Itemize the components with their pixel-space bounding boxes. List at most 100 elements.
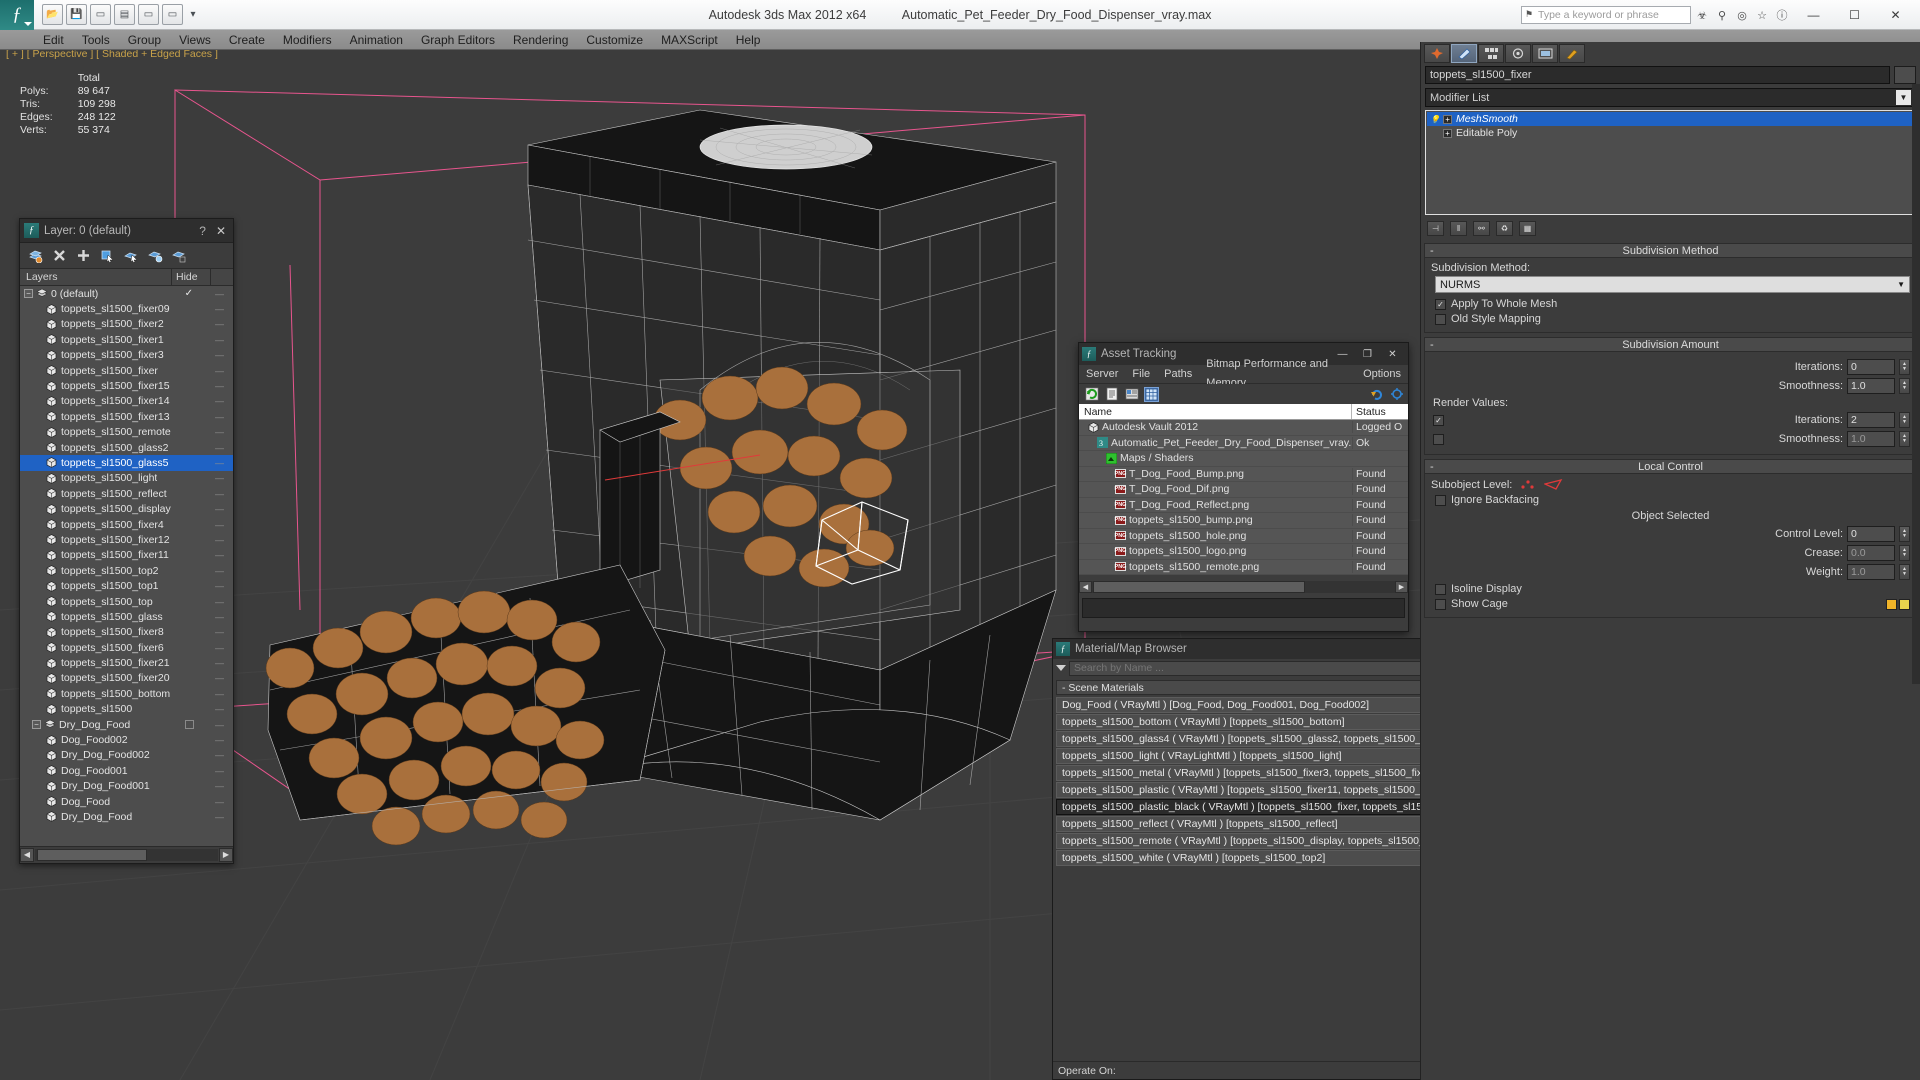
layer-list-item[interactable]: Dry_Dog_Food002 — [20, 748, 233, 763]
menu-item-modifiers[interactable]: Modifiers [274, 30, 341, 50]
create-tab[interactable] [1424, 43, 1450, 63]
lightbulb-icon[interactable]: 💡 [1430, 114, 1440, 124]
asset-row[interactable]: PNG T_Dog_Food_Dif.png Found [1079, 482, 1408, 498]
menu-item-edit[interactable]: Edit [34, 30, 73, 50]
collapse-icon[interactable]: − [24, 289, 33, 299]
layer-list-item[interactable]: toppets_sl1500_light — [20, 471, 233, 486]
layer-list-item[interactable]: toppets_sl1500_top1 — [20, 578, 233, 593]
menu-item-maxscript[interactable]: MAXScript [652, 30, 727, 50]
render-iterations-spinner[interactable]: ▲ ▼ [1899, 412, 1910, 428]
asset-menu-options[interactable]: Options [1356, 365, 1408, 384]
layer-list-item[interactable]: toppets_sl1500_fixer12 — [20, 532, 233, 547]
favorites-icon[interactable]: ☆ [1753, 6, 1771, 24]
show-cage-checkbox[interactable] [1435, 598, 1446, 610]
crease-field[interactable]: 0.0 [1847, 545, 1895, 561]
menu-item-create[interactable]: Create [220, 30, 274, 50]
detail-view-icon[interactable] [1124, 387, 1139, 402]
help-search-icon[interactable]: ⚲ [1713, 6, 1731, 24]
asset-menu-paths[interactable]: Paths [1157, 365, 1199, 384]
collapse-icon[interactable]: - [1430, 339, 1434, 351]
modifier-stack-item-meshsmooth[interactable]: 💡 + MeshSmooth [1427, 112, 1914, 126]
render-iterations-checkbox[interactable]: ✓ [1433, 414, 1444, 426]
app-menu-caret-icon[interactable] [24, 21, 32, 26]
layer-list-item[interactable]: toppets_sl1500_fixer14 — [20, 394, 233, 409]
layer-list-item[interactable]: Dog_Food001 — [20, 763, 233, 778]
redo-icon[interactable]: ▤ [114, 4, 135, 25]
asset-horizontal-scrollbar[interactable]: ◀ ▶ [1079, 580, 1408, 594]
layer-root-row[interactable]: − 0 (default) ✓ — [20, 286, 233, 301]
asset-row[interactable]: PNG toppets_sl1500_hole.png Found [1079, 528, 1408, 544]
select-objects-icon[interactable] [100, 248, 115, 263]
ignore-backfacing-checkbox[interactable] [1435, 494, 1446, 506]
render-smoothness-spinner[interactable]: ▲ ▼ [1899, 431, 1910, 447]
render-iterations-field[interactable]: 2 [1847, 412, 1895, 428]
workspace-icon[interactable]: ☣ [1693, 6, 1711, 24]
layer-list-item[interactable]: Dog_Food — [20, 794, 233, 809]
asset-row[interactable]: PNG T_Dog_Food_Bump.png Found [1079, 466, 1408, 482]
layer-list-item[interactable]: toppets_sl1500_fixer21 — [20, 655, 233, 670]
menu-item-graph-editors[interactable]: Graph Editors [412, 30, 504, 50]
chevron-down-icon[interactable]: ▼ [1897, 280, 1905, 289]
asset-menu-file[interactable]: File [1125, 365, 1157, 384]
menu-item-animation[interactable]: Animation [341, 30, 412, 50]
asset-path-field[interactable] [1082, 598, 1405, 618]
layer-list-item[interactable]: toppets_sl1500_remote — [20, 425, 233, 440]
scroll-thumb[interactable] [37, 848, 147, 861]
rollout-header-local-control[interactable]: - Local Control [1424, 459, 1917, 474]
layer-hide-checkbox[interactable] [185, 720, 194, 730]
layer-list-item[interactable]: Dog_Food002 — [20, 732, 233, 747]
layer-list-item[interactable]: toppets_sl1500_fixer4 — [20, 517, 233, 532]
render-smoothness-field[interactable]: 1.0 [1847, 431, 1895, 447]
layer-list-item[interactable]: toppets_sl1500_fixer8 — [20, 625, 233, 640]
configure-sets-icon[interactable]: ▦ [1519, 221, 1536, 236]
vault-settings-icon[interactable] [1389, 387, 1404, 402]
collapse-icon[interactable]: - [1430, 245, 1434, 257]
object-color-swatch[interactable] [1894, 66, 1916, 84]
layer-horizontal-scrollbar[interactable]: ◀ ▶ [20, 846, 233, 862]
control-level-field[interactable]: 0 [1847, 526, 1895, 542]
layer-list-item[interactable]: toppets_sl1500_fixer3 — [20, 348, 233, 363]
layer-list-item[interactable]: toppets_sl1500_bottom — [20, 686, 233, 701]
minimize-button[interactable]: — [1793, 1, 1834, 29]
weight-spinner[interactable]: ▲ ▼ [1899, 564, 1910, 580]
object-name-field[interactable] [1425, 66, 1890, 84]
select-highlighted-icon[interactable] [124, 248, 139, 263]
hide-layer-icon[interactable] [172, 248, 187, 263]
cage-color-swatch-1[interactable] [1886, 598, 1897, 610]
layer-list-item[interactable]: toppets_sl1500_reflect — [20, 486, 233, 501]
asset-row[interactable]: Maps / Shaders [1079, 451, 1408, 467]
asset-row[interactable]: PNG toppets_sl1500_bump.png Found [1079, 513, 1408, 529]
layer-list-item[interactable]: toppets_sl1500_fixer1 — [20, 332, 233, 347]
asset-tracking-window[interactable]: ƒ Asset Tracking — ❐ ✕ Server File Paths… [1078, 342, 1409, 632]
expand-icon[interactable]: + [1443, 128, 1452, 138]
close-icon[interactable]: ✕ [216, 224, 226, 238]
menu-item-help[interactable]: Help [727, 30, 770, 50]
menu-item-group[interactable]: Group [119, 30, 170, 50]
vertex-subobject-icon[interactable] [1520, 478, 1536, 491]
close-button[interactable]: ✕ [1875, 1, 1916, 29]
new-layer-icon[interactable] [28, 248, 43, 263]
asset-menu-server[interactable]: Server [1079, 365, 1125, 384]
layer-manager-dialog[interactable]: ƒ Layer: 0 (default) ? ✕ Layers Hide − 0… [19, 218, 234, 864]
scroll-track[interactable] [1092, 581, 1395, 593]
rollout-header-subdivision-method[interactable]: - Subdivision Method [1424, 243, 1917, 258]
subdivision-method-dropdown[interactable]: NURMS ▼ [1435, 276, 1910, 293]
make-unique-icon[interactable]: ⚯ [1473, 221, 1490, 236]
scroll-left-icon[interactable]: ◀ [1079, 581, 1092, 593]
iterations-spinner[interactable]: ▲ ▼ [1899, 359, 1910, 375]
collapse-icon[interactable]: - [1430, 461, 1434, 473]
old-style-mapping-checkbox[interactable] [1435, 313, 1446, 325]
new-icon[interactable]: ▭ [138, 4, 159, 25]
help-icon[interactable]: ? [199, 224, 206, 238]
layer-list-item[interactable]: toppets_sl1500 — [20, 702, 233, 717]
vault-refresh-icon[interactable] [1369, 387, 1384, 402]
layer-list-item[interactable]: Dry_Dog_Food — [20, 809, 233, 824]
layer-group-row-dry-dog-food[interactable]: − Dry_Dog_Food — [20, 717, 233, 732]
apply-to-whole-mesh-row[interactable]: ✓ Apply To Whole Mesh [1435, 298, 1910, 310]
expand-icon[interactable]: + [1443, 114, 1452, 124]
scroll-track[interactable] [35, 848, 218, 861]
display-tab[interactable] [1532, 43, 1558, 63]
menu-item-tools[interactable]: Tools [73, 30, 119, 50]
save-icon[interactable]: 💾 [66, 4, 87, 25]
layer-list-item[interactable]: toppets_sl1500_glass5 — [20, 455, 233, 471]
